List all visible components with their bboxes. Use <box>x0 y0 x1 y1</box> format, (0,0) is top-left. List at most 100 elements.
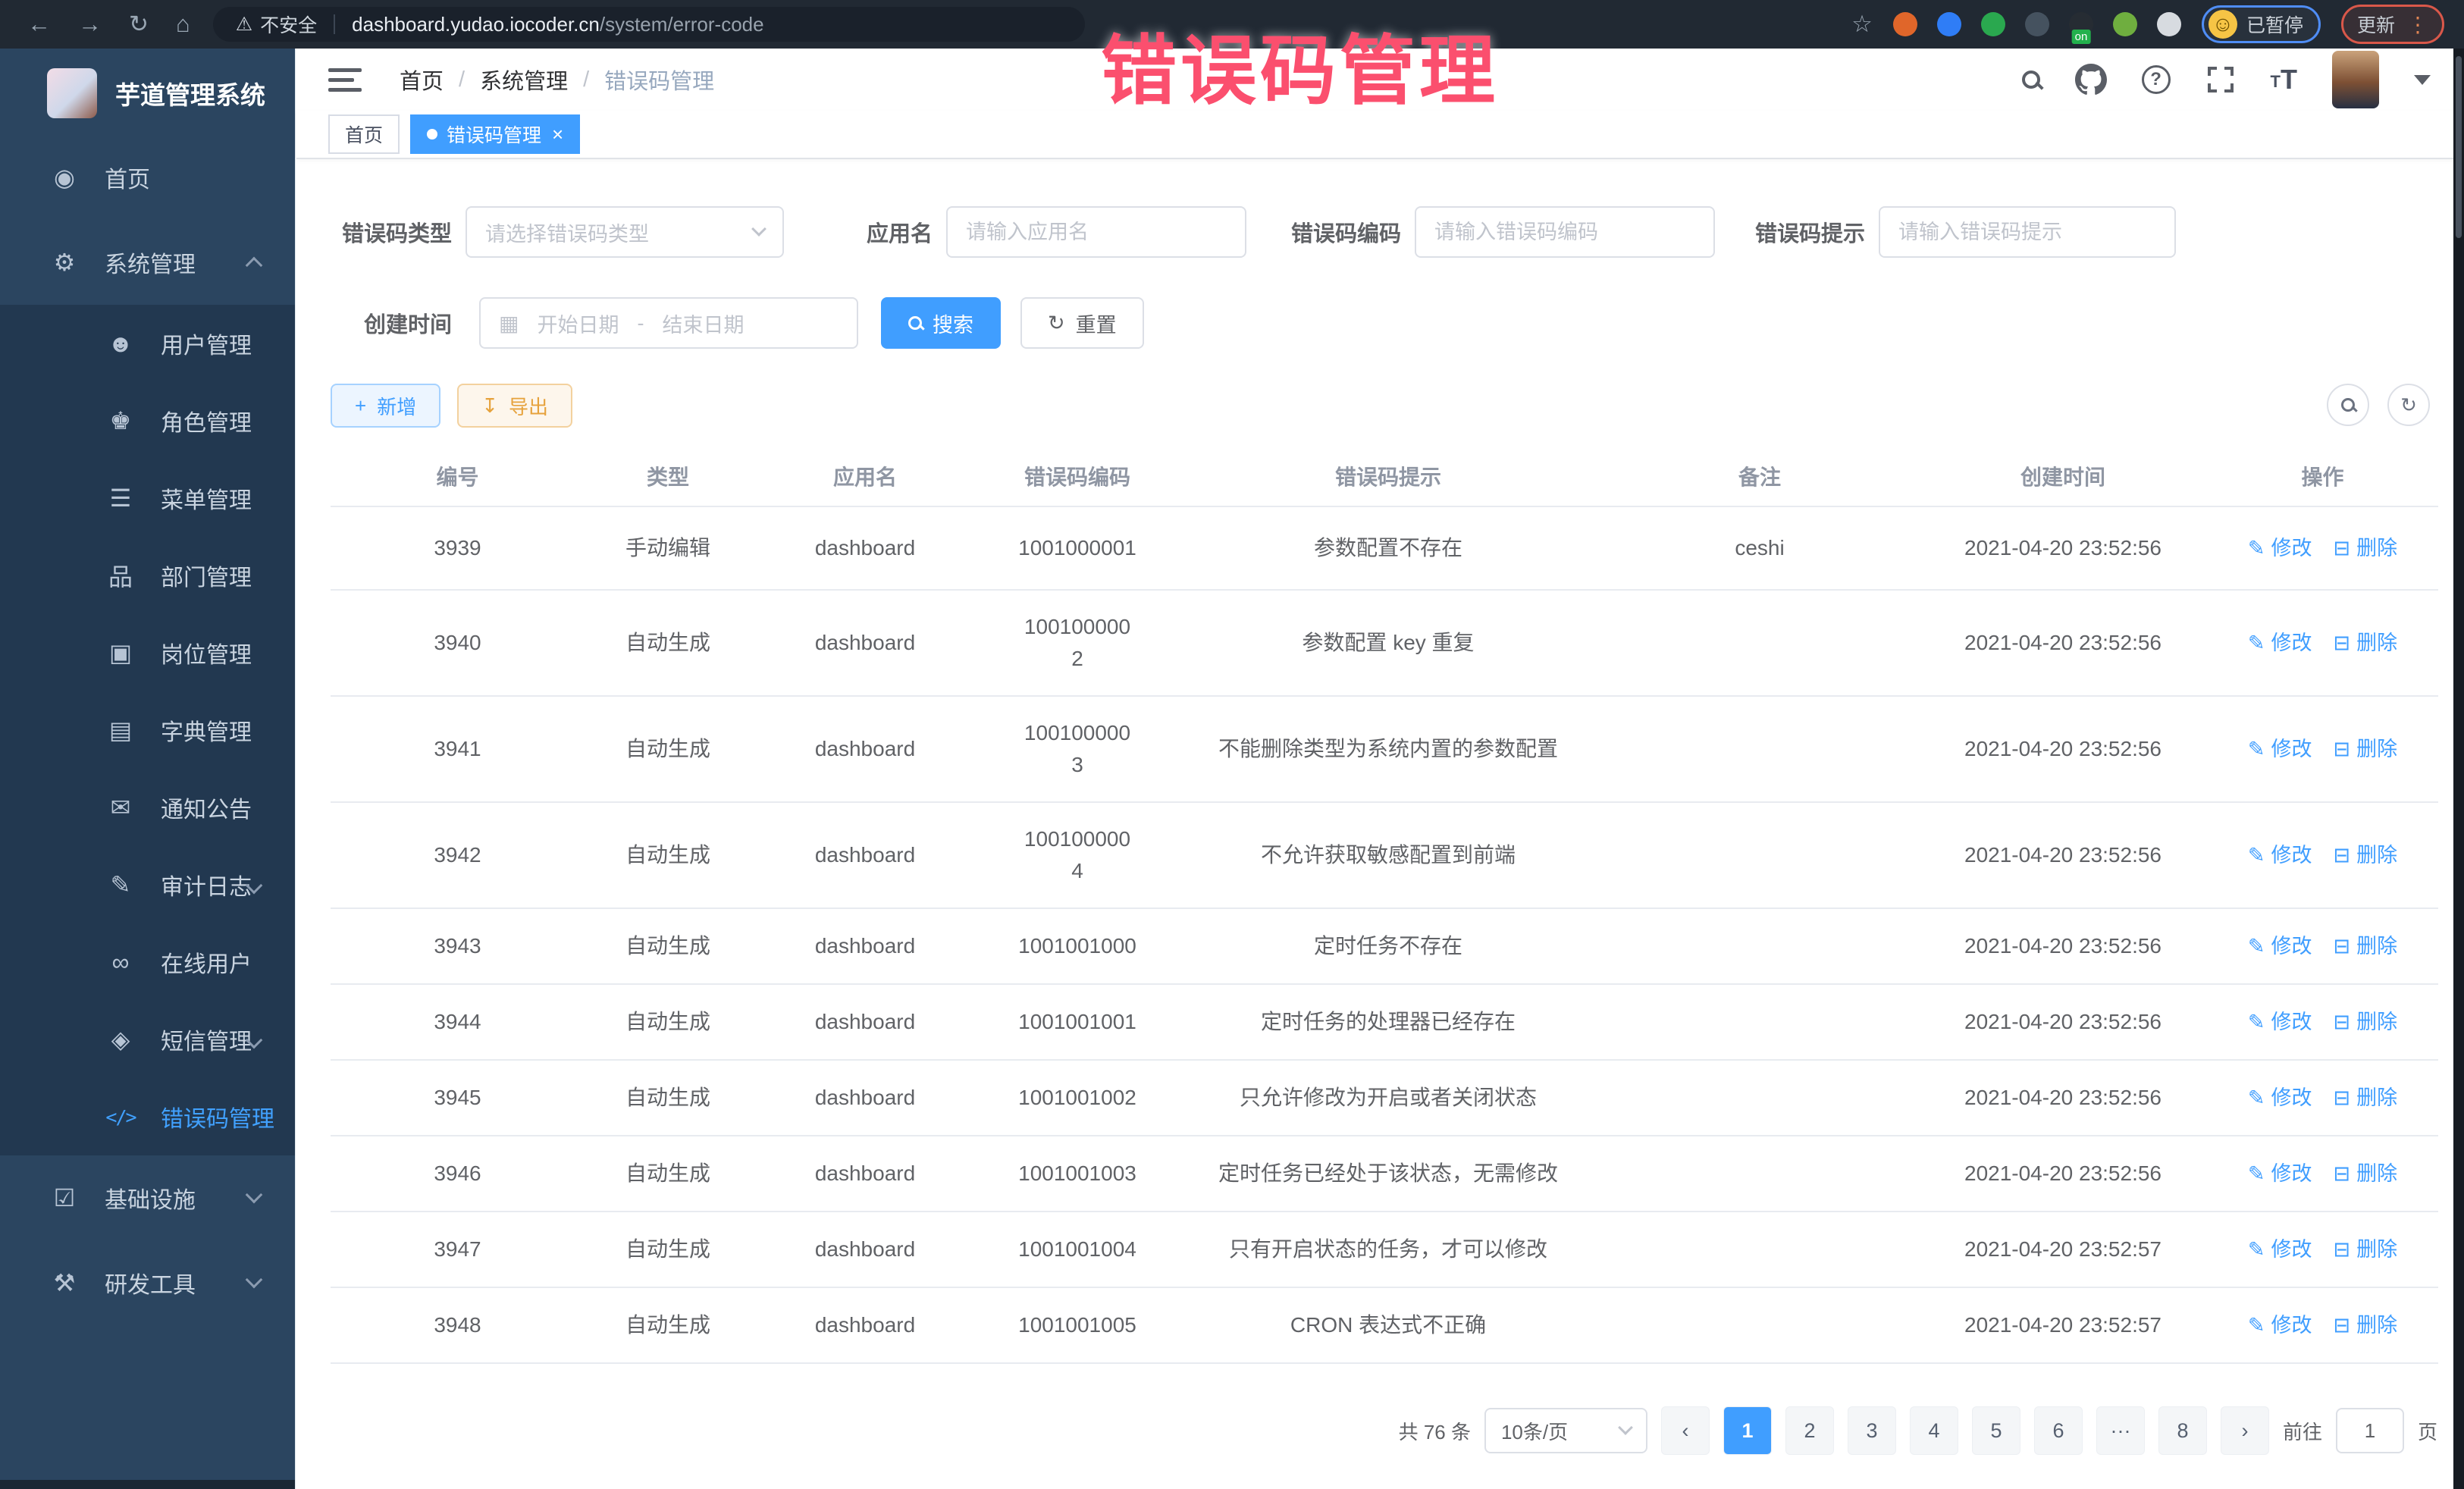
delete-link[interactable]: ⊟删除 <box>2334 533 2398 564</box>
date-range-picker[interactable]: ▦ 开始日期 - 结束日期 <box>479 297 858 349</box>
extension-icon-orange-ring[interactable] <box>1893 12 1917 36</box>
extension-icon-dark[interactable]: on <box>2069 12 2093 36</box>
error-hint-input[interactable] <box>1879 206 2176 258</box>
edit-link[interactable]: ✎修改 <box>2248 931 2312 962</box>
fullscreen-icon[interactable] <box>2205 64 2236 95</box>
breadcrumb-item[interactable]: 系统管理 <box>480 64 568 96</box>
trash-icon: ⊟ <box>2334 734 2351 765</box>
error-code-input[interactable] <box>1415 206 1715 258</box>
sidebar-item-role-management[interactable]: ♚角色管理 <box>0 382 295 459</box>
app-name-label: 应用名 <box>854 216 933 248</box>
sidebar-item-online-users[interactable]: ∞在线用户 <box>0 923 295 1001</box>
sidebar-item-audit-log[interactable]: ✎审计日志 <box>0 846 295 923</box>
address-bar[interactable]: ⚠ 不安全 dashboard.yudao.iocoder.cn /system… <box>213 7 1085 42</box>
page-button-1[interactable]: 1 <box>1723 1406 1772 1455</box>
refresh-table-button[interactable]: ↻ <box>2387 384 2430 426</box>
app-name-input[interactable] <box>946 206 1246 258</box>
reload-icon[interactable]: ↻ <box>129 11 149 38</box>
extension-icon-puzzle[interactable] <box>2157 12 2181 36</box>
extensions-row: on <box>1893 12 2181 36</box>
reset-button[interactable]: ↻ 重置 <box>1020 297 1144 349</box>
tab-label: 错误码管理 <box>447 121 541 148</box>
breadcrumb-item[interactable]: 首页 <box>400 64 444 96</box>
add-button[interactable]: + 新增 <box>331 384 440 428</box>
screen: ← → ↻ ⌂ ⚠ 不安全 dashboard.yudao.iocoder.cn… <box>0 0 2464 1489</box>
user-avatar[interactable] <box>2332 51 2379 108</box>
page-button-6[interactable]: 6 <box>2034 1406 2083 1455</box>
search-button[interactable]: 搜索 <box>881 297 1001 349</box>
edit-link[interactable]: ✎修改 <box>2248 1083 2312 1114</box>
edit-link[interactable]: ✎修改 <box>2248 1007 2312 1038</box>
page-button-4[interactable]: 4 <box>1910 1406 1958 1455</box>
scrollbar-thumb[interactable] <box>2456 56 2462 238</box>
window-scrollbar[interactable] <box>2453 49 2464 1489</box>
delete-link[interactable]: ⊟删除 <box>2334 1083 2398 1114</box>
delete-link[interactable]: ⊟删除 <box>2334 734 2398 765</box>
chevron-down-icon[interactable] <box>2414 75 2431 85</box>
browser-update-button[interactable]: 更新 ⋮ <box>2341 5 2444 44</box>
page-button-2[interactable]: 2 <box>1785 1406 1834 1455</box>
delete-link[interactable]: ⊟删除 <box>2334 931 2398 962</box>
table-row: 3941自动生成dashboard1001000003不能删除类型为系统内置的参… <box>331 696 2438 802</box>
page-size-select[interactable]: 10条/页 <box>1484 1408 1647 1453</box>
extension-icon-green-circle[interactable] <box>1981 12 2005 36</box>
hide-search-button[interactable] <box>2327 384 2369 426</box>
extension-icon-blue-gem[interactable] <box>1937 12 1961 36</box>
menu-dots-icon[interactable]: ⋮ <box>2407 12 2428 37</box>
goto-page-input[interactable] <box>2336 1408 2404 1453</box>
page-ellipsis[interactable]: ··· <box>2096 1406 2145 1455</box>
edit-link[interactable]: ✎修改 <box>2248 628 2312 659</box>
tab-item[interactable]: 首页 <box>328 114 400 154</box>
sidebar-item-system-management[interactable]: ⚙系统管理 <box>0 220 295 305</box>
sidebar-item-sms-management[interactable]: ◈短信管理 <box>0 1001 295 1078</box>
app-logo-row[interactable]: 芋道管理系统 <box>0 49 295 135</box>
edit-link[interactable]: ✎修改 <box>2248 840 2312 871</box>
edit-icon: ✎ <box>2248 840 2265 871</box>
sidebar-item-user-management[interactable]: ☻用户管理 <box>0 305 295 382</box>
sidebar-item-notice-announcement[interactable]: ✉通知公告 <box>0 769 295 846</box>
page-button-3[interactable]: 3 <box>1848 1406 1896 1455</box>
sidebar-item-dev-tools[interactable]: ⚒研发工具 <box>0 1240 295 1325</box>
sidebar-item-post-management[interactable]: ▣岗位管理 <box>0 614 295 691</box>
forward-icon[interactable]: → <box>78 11 102 38</box>
code-icon: </> <box>103 1106 138 1128</box>
delete-link[interactable]: ⊟删除 <box>2334 1007 2398 1038</box>
actions-cell: ✎修改 ⊟删除 <box>2207 802 2438 908</box>
font-size-icon[interactable]: TT <box>2271 67 2297 92</box>
extension-icon-key[interactable] <box>2113 12 2137 36</box>
home-icon[interactable]: ⌂ <box>176 11 190 38</box>
sidebar-item-infrastructure[interactable]: ☑基础设施 <box>0 1155 295 1240</box>
edit-link[interactable]: ✎修改 <box>2248 1158 2312 1190</box>
profile-paused-chip[interactable]: ☺ 已暂停 <box>2202 5 2321 43</box>
delete-link[interactable]: ⊟删除 <box>2334 1158 2398 1190</box>
hamburger-icon[interactable] <box>328 68 362 92</box>
delete-link[interactable]: ⊟删除 <box>2334 628 2398 659</box>
edit-link[interactable]: ✎修改 <box>2248 533 2312 564</box>
sidebar-item-dept-management[interactable]: 品部门管理 <box>0 537 295 614</box>
extension-icon-tiles[interactable] <box>2025 12 2049 36</box>
edit-link[interactable]: ✎修改 <box>2248 734 2312 765</box>
page-button-5[interactable]: 5 <box>1972 1406 2020 1455</box>
sidebar-item-home[interactable]: ◉首页 <box>0 135 295 220</box>
help-icon[interactable]: ? <box>2142 65 2171 94</box>
sidebar-item-menu-management[interactable]: ☰菜单管理 <box>0 459 295 537</box>
delete-link[interactable]: ⊟删除 <box>2334 1310 2398 1341</box>
search-icon[interactable] <box>2022 71 2040 89</box>
sidebar-item-dict-management[interactable]: ▤字典管理 <box>0 691 295 769</box>
tab-active[interactable]: 错误码管理 × <box>410 114 580 154</box>
next-page-button[interactable]: › <box>2221 1406 2269 1455</box>
edit-link[interactable]: ✎修改 <box>2248 1234 2312 1265</box>
not-secure-warning[interactable]: ⚠ 不安全 <box>236 11 317 38</box>
edit-link[interactable]: ✎修改 <box>2248 1310 2312 1341</box>
sidebar-item-error-code-management[interactable]: </>错误码管理 <box>0 1078 295 1155</box>
export-button[interactable]: ↧ 导出 <box>457 384 572 428</box>
prev-page-button[interactable]: ‹ <box>1661 1406 1710 1455</box>
back-icon[interactable]: ← <box>27 11 51 38</box>
delete-link[interactable]: ⊟删除 <box>2334 1234 2398 1265</box>
github-icon[interactable] <box>2075 64 2107 96</box>
error-code-type-select[interactable]: 请选择错误码类型 <box>466 206 784 258</box>
bookmark-star-icon[interactable]: ☆ <box>1851 11 1873 38</box>
delete-link[interactable]: ⊟删除 <box>2334 840 2398 871</box>
page-button-8[interactable]: 8 <box>2158 1406 2207 1455</box>
close-icon[interactable]: × <box>552 123 563 146</box>
